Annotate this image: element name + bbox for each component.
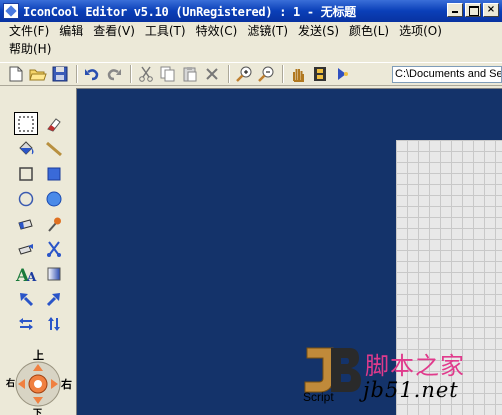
ellipse-filled-icon[interactable] xyxy=(42,187,66,210)
menu-bar: 文件(F) 编辑 查看(V) 工具(T) 特效(C) 滤镜(T) 发送(S) 颜… xyxy=(0,22,502,60)
airbrush-icon[interactable] xyxy=(14,212,38,235)
hand-icon[interactable] xyxy=(288,64,308,84)
cut-icon[interactable] xyxy=(136,64,156,84)
menu-row-1: 文件(F) 编辑 查看(V) 工具(T) 特效(C) 滤镜(T) 发送(S) 颜… xyxy=(0,22,502,40)
ellipse-outline-icon[interactable] xyxy=(14,187,38,210)
menu-send[interactable]: 发送(S) xyxy=(293,22,344,40)
wand-icon[interactable] xyxy=(332,64,352,84)
toolbar-separator xyxy=(228,65,230,83)
menu-edit[interactable]: 编辑 xyxy=(54,22,88,40)
main-toolbar: C:\Documents and Se xyxy=(0,62,502,86)
minimize-button[interactable] xyxy=(447,3,463,17)
flip-horizontal-icon[interactable] xyxy=(14,312,38,335)
watermark-url: jb51.net xyxy=(363,378,459,402)
nav-up-label[interactable]: 上 xyxy=(33,347,44,363)
scissors-icon[interactable] xyxy=(42,237,66,260)
tool-grid: AA xyxy=(14,112,68,337)
watermark-script-label: Script xyxy=(303,390,334,404)
flip-vertical-icon[interactable] xyxy=(42,312,66,335)
line-icon[interactable] xyxy=(42,137,66,160)
window-title: IconCool Editor v5.10 (UnRegistered) : 1… xyxy=(23,4,356,19)
minimize-icon xyxy=(448,4,462,16)
color-picker-icon[interactable] xyxy=(42,212,66,235)
toolbar-separator xyxy=(282,65,284,83)
eraser-icon[interactable] xyxy=(42,112,66,135)
paste-icon[interactable] xyxy=(180,64,200,84)
tool-panel: AA 上 右 右 下 xyxy=(0,87,76,415)
menu-file[interactable]: 文件(F) xyxy=(4,22,54,40)
delete-icon[interactable] xyxy=(202,64,222,84)
menu-tools[interactable]: 工具(T) xyxy=(140,22,191,40)
toolbar-separator xyxy=(130,65,132,83)
rectangle-outline-icon[interactable] xyxy=(14,162,38,185)
menu-row-2: 帮助(H) xyxy=(0,40,502,58)
open-icon[interactable] xyxy=(28,64,48,84)
text-icon[interactable]: AA xyxy=(14,262,38,285)
undo-icon[interactable] xyxy=(82,64,102,84)
maximize-button[interactable] xyxy=(465,3,481,17)
zoom-out-icon[interactable] xyxy=(256,64,276,84)
menu-options[interactable]: 选项(O) xyxy=(394,22,447,40)
close-button[interactable]: × xyxy=(483,3,499,17)
file-path-field[interactable]: C:\Documents and Se xyxy=(392,66,502,83)
select-rect-icon[interactable] xyxy=(14,112,38,135)
menu-filters[interactable]: 滤镜(T) xyxy=(242,22,293,40)
maximize-icon xyxy=(466,4,480,16)
watermark: 脚本之家 jb51.net Script xyxy=(293,344,502,410)
svg-text:A: A xyxy=(26,270,37,283)
film-icon[interactable] xyxy=(310,64,330,84)
rotate-left-icon[interactable] xyxy=(14,287,38,310)
app-icon xyxy=(3,3,19,19)
nav-left-label[interactable]: 右 xyxy=(6,376,15,389)
toolbar-separator xyxy=(76,65,78,83)
menu-color[interactable]: 颜色(L) xyxy=(344,22,394,40)
watermark-brand: 脚本之家 xyxy=(365,352,465,380)
gradient-icon[interactable] xyxy=(42,262,66,285)
fill-bucket-icon[interactable] xyxy=(14,137,38,160)
nav-right-label[interactable]: 右 xyxy=(61,376,72,392)
rotate-right-icon[interactable] xyxy=(42,287,66,310)
smudge-icon[interactable] xyxy=(14,237,38,260)
menu-effects[interactable]: 特效(C) xyxy=(191,22,243,40)
zoom-in-icon[interactable] xyxy=(234,64,254,84)
menu-help[interactable]: 帮助(H) xyxy=(4,40,56,58)
rectangle-filled-icon[interactable] xyxy=(42,162,66,185)
nav-down-label[interactable]: 下 xyxy=(33,406,42,415)
save-icon[interactable] xyxy=(50,64,70,84)
new-icon[interactable] xyxy=(6,64,26,84)
window-controls: × xyxy=(447,3,499,17)
copy-icon[interactable] xyxy=(158,64,178,84)
navigation-pad: 上 右 右 下 xyxy=(3,349,73,415)
title-bar: IconCool Editor v5.10 (UnRegistered) : 1… xyxy=(0,0,502,22)
redo-icon[interactable] xyxy=(104,64,124,84)
menu-view[interactable]: 查看(V) xyxy=(88,22,140,40)
close-icon: × xyxy=(486,4,496,15)
